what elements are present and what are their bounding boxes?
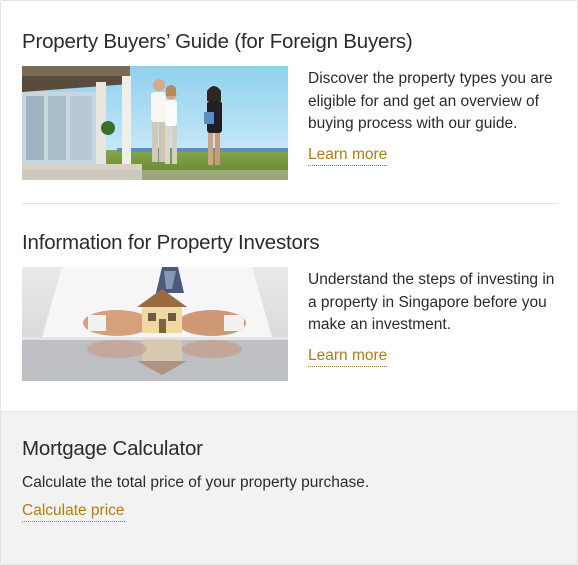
investors-row: Understand the steps of investing in a p… bbox=[22, 267, 559, 383]
buyers-guide-row: Discover the property types you are elig… bbox=[22, 66, 559, 182]
investors-text: Understand the steps of investing in a p… bbox=[308, 269, 560, 367]
buyers-guide-image bbox=[22, 66, 288, 180]
investors-description: Understand the steps of investing in a p… bbox=[308, 271, 555, 333]
property-resources-panel: Property Buyers’ Guide (for Foreign Buye… bbox=[0, 0, 578, 565]
investors-title: Information for Property Investors bbox=[22, 231, 320, 254]
investors-section: Information for Property Investors Under… bbox=[22, 231, 559, 381]
buyers-guide-section: Property Buyers’ Guide (for Foreign Buye… bbox=[22, 30, 559, 180]
buyers-guide-photo bbox=[22, 66, 288, 180]
mortgage-calculator-title: Mortgage Calculator bbox=[22, 437, 203, 460]
buyers-guide-description: Discover the property types you are elig… bbox=[308, 70, 553, 132]
buyers-guide-text: Discover the property types you are elig… bbox=[308, 68, 560, 166]
buyers-guide-learn-more-link[interactable]: Learn more bbox=[308, 146, 388, 166]
calculate-price-link[interactable]: Calculate price bbox=[22, 502, 125, 522]
investors-image bbox=[22, 267, 288, 381]
buyers-guide-title: Property Buyers’ Guide (for Foreign Buye… bbox=[22, 30, 413, 53]
investors-learn-more-link[interactable]: Learn more bbox=[308, 347, 388, 367]
section-divider bbox=[22, 203, 559, 204]
mortgage-calculator-section: Mortgage Calculator Calculate the total … bbox=[1, 411, 577, 564]
investors-photo bbox=[22, 267, 288, 381]
mortgage-calculator-description: Calculate the total price of your proper… bbox=[22, 474, 370, 491]
